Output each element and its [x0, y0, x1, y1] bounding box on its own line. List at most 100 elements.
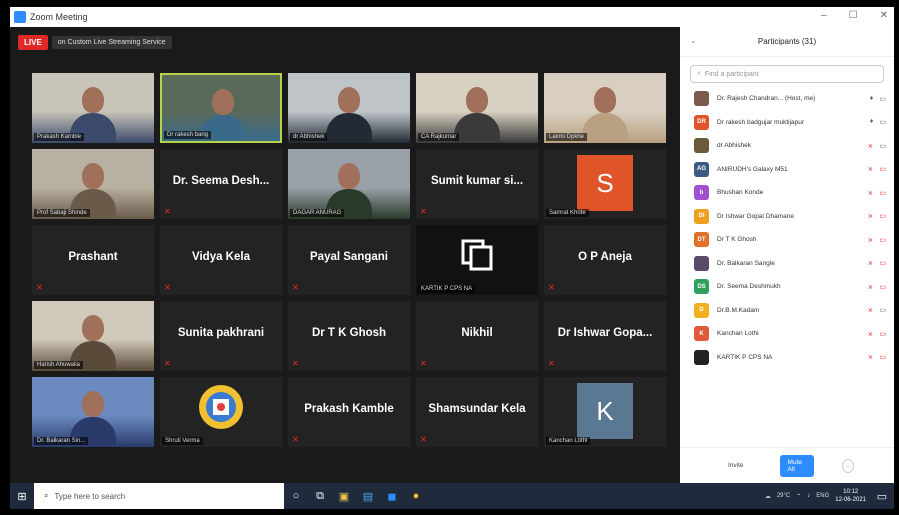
mic-muted-icon[interactable]: ⨯	[868, 165, 874, 173]
camera-icon[interactable]: ▭	[879, 95, 886, 103]
mic-muted-icon[interactable]: ⨯	[868, 330, 874, 338]
mic-muted-icon[interactable]: ⨯	[868, 283, 874, 291]
notifications-icon[interactable]: ▭	[870, 483, 894, 509]
participant-row[interactable]: D Dr.B.M.Kadam ⨯ ▭	[680, 299, 894, 323]
participant-name-tag: Dr rakesh bang	[164, 131, 212, 139]
participant-tile[interactable]: Harish Ahuwalia	[32, 301, 154, 371]
participant-name-tag: Shruti Verma	[162, 437, 203, 445]
file-explorer-icon[interactable]: ▣	[332, 483, 356, 509]
mic-muted-icon[interactable]: ⨯	[868, 259, 874, 267]
participant-tile[interactable]: DAGAR ANURAG	[288, 149, 410, 219]
camera-icon[interactable]: ▭	[879, 142, 886, 150]
participant-search-input[interactable]: ⌕ Find a participant	[690, 65, 884, 83]
mic-icon[interactable]: ♦	[870, 118, 874, 126]
participant-tile[interactable]: Sunita pakhrani ✕	[160, 301, 282, 371]
participant-name: Dr rakesh badgujar muktijapur	[717, 118, 805, 126]
participant-tile[interactable]: CA Rajkumar	[416, 73, 538, 143]
live-badge[interactable]: LIVE	[18, 35, 48, 50]
mic-muted-icon[interactable]: ⨯	[868, 236, 874, 244]
camera-off-icon[interactable]: ▭	[879, 236, 886, 244]
participant-row[interactable]: Dr. Rajesh Chandran... (Host, me) ♦ ▭	[680, 87, 894, 111]
more-options-button[interactable]: ...	[842, 458, 854, 473]
participant-name-tag: Harish Ahuwalia	[34, 361, 84, 369]
mic-muted-icon[interactable]: ⨯	[868, 306, 874, 314]
invite-button[interactable]: Invite	[720, 458, 752, 473]
participant-row[interactable]: DS Dr. Seema Deshmukh ⨯ ▭	[680, 275, 894, 299]
zoom-taskbar-icon[interactable]: ◼	[380, 483, 404, 509]
participant-tile[interactable]: Prakash Kamble	[32, 73, 154, 143]
participant-name: Dr. Seema Desh...	[172, 175, 270, 187]
participant-tile[interactable]: Dr. Seema Desh... ✕	[160, 149, 282, 219]
mute-all-button[interactable]: Mute All	[779, 454, 815, 477]
participant-tile[interactable]: Prakash Kamble ✕	[288, 377, 410, 447]
participant-row[interactable]: AG ANIRUDH's Galaxy M51 ⨯ ▭	[680, 158, 894, 182]
participant-tile[interactable]: K Kanchan Lothi	[544, 377, 666, 447]
participant-row[interactable]: b Bhushan Konde ⨯ ▭	[680, 181, 894, 205]
participant-row[interactable]: DT Dr T K Ghosh ⨯ ▭	[680, 228, 894, 252]
participant-tile[interactable]: Dr. Balkaran Sin...	[32, 377, 154, 447]
mic-muted-icon[interactable]: ⨯	[868, 212, 874, 220]
participant-tile[interactable]: Dr T K Ghosh ✕	[288, 301, 410, 371]
participant-tile[interactable]: Vidya Kela ✕	[160, 225, 282, 295]
mic-muted-icon[interactable]: ⨯	[868, 142, 874, 150]
volume-icon[interactable]: ♪	[807, 493, 810, 499]
chrome-icon[interactable]: ●	[404, 483, 428, 509]
participant-tile[interactable]: KARTIK P CPS NA	[416, 225, 538, 295]
camera-icon[interactable]: ▭	[879, 118, 886, 126]
camera-off-icon[interactable]: ▭	[879, 165, 886, 173]
participant-name: Sumit kumar si...	[430, 175, 524, 187]
zoom-window: Zoom Meeting – ☐ ✕ LIVE on Custom Live S…	[10, 7, 894, 483]
camera-off-icon[interactable]: ▭	[879, 353, 886, 361]
participant-tile[interactable]: O P Aneja ✕	[544, 225, 666, 295]
collapse-chevron-icon[interactable]: ⌄	[690, 36, 697, 45]
participant-tile[interactable]: S Samrat Khote	[544, 149, 666, 219]
camera-off-icon[interactable]: ▭	[879, 259, 886, 267]
participant-tile[interactable]: Prashant ✕	[32, 225, 154, 295]
close-button[interactable]: ✕	[880, 10, 888, 21]
task-view-icon[interactable]: ⧉	[308, 483, 332, 509]
participant-tile[interactable]: Payal Sangani ✕	[288, 225, 410, 295]
camera-icon[interactable]: ▭	[879, 306, 886, 314]
camera-off-icon[interactable]: ▭	[879, 189, 886, 197]
maximize-button[interactable]: ☐	[849, 10, 858, 21]
cortana-icon[interactable]: ○	[284, 483, 308, 509]
minimize-button[interactable]: –	[821, 10, 827, 21]
taskbar-search-input[interactable]: ⌕ Type here to search	[34, 483, 284, 509]
participant-tile[interactable]: Prof Sabaji Shinde	[32, 149, 154, 219]
participant-tile[interactable]: Dr Ishwar Gopa... ✕	[544, 301, 666, 371]
stream-label[interactable]: on Custom Live Streaming Service	[51, 36, 172, 49]
participant-tile[interactable]: Laxmi Dpkhe	[544, 73, 666, 143]
weather-icon[interactable]: ☁	[765, 493, 771, 500]
participant-tile[interactable]: Nikhil ✕	[416, 301, 538, 371]
participant-tile[interactable]: dr Abhishek	[288, 73, 410, 143]
participant-row[interactable]: DR Dr rakesh badgujar muktijapur ♦ ▭	[680, 111, 894, 135]
camera-off-icon[interactable]: ▭	[879, 212, 886, 220]
camera-off-icon[interactable]: ▭	[879, 330, 886, 338]
muted-mic-icon: ✕	[548, 283, 555, 292]
participant-name: Vidya Kela	[192, 251, 250, 263]
meeting-gallery: LIVE on Custom Live Streaming Service Pr…	[10, 27, 680, 483]
participant-tile[interactable]: Shruti Verma	[160, 377, 282, 447]
network-icon[interactable]: ⌃	[796, 493, 801, 500]
muted-mic-icon: ✕	[420, 435, 427, 444]
participant-tile[interactable]: Shamsundar Kela ✕	[416, 377, 538, 447]
participant-row[interactable]: DI Dr Ishwar Gopal Dhamane ⨯ ▭	[680, 205, 894, 229]
mic-icon[interactable]: ♦	[870, 95, 874, 103]
store-icon[interactable]: ▤	[356, 483, 380, 509]
mic-muted-icon[interactable]: ⨯	[868, 353, 874, 361]
language-indicator[interactable]: ENG	[816, 493, 829, 499]
participant-row[interactable]: dr Abhishek ⨯ ▭	[680, 134, 894, 158]
participant-tile[interactable]: Dr rakesh bang	[160, 73, 282, 143]
start-windows-icon[interactable]: ⊞	[10, 483, 34, 509]
participant-row[interactable]: KARTIK P CPS NA ⨯ ▭	[680, 346, 894, 370]
weather-temp[interactable]: 29°C	[777, 493, 790, 499]
participant-name: Dr Ishwar Gopa...	[557, 327, 653, 339]
participant-row[interactable]: Dr. Balkaran Sangle ⨯ ▭	[680, 252, 894, 276]
mic-muted-icon[interactable]: ⨯	[868, 189, 874, 197]
clock[interactable]: 10:12 12-06-2021	[835, 488, 866, 504]
participant-row[interactable]: K Kanchan Lothi ⨯ ▭	[680, 322, 894, 346]
person-head	[466, 87, 488, 113]
participant-tile[interactable]: Sumit kumar si... ✕	[416, 149, 538, 219]
participant-name: Dr. Seema Deshmukh	[717, 283, 781, 291]
camera-off-icon[interactable]: ▭	[879, 283, 886, 291]
